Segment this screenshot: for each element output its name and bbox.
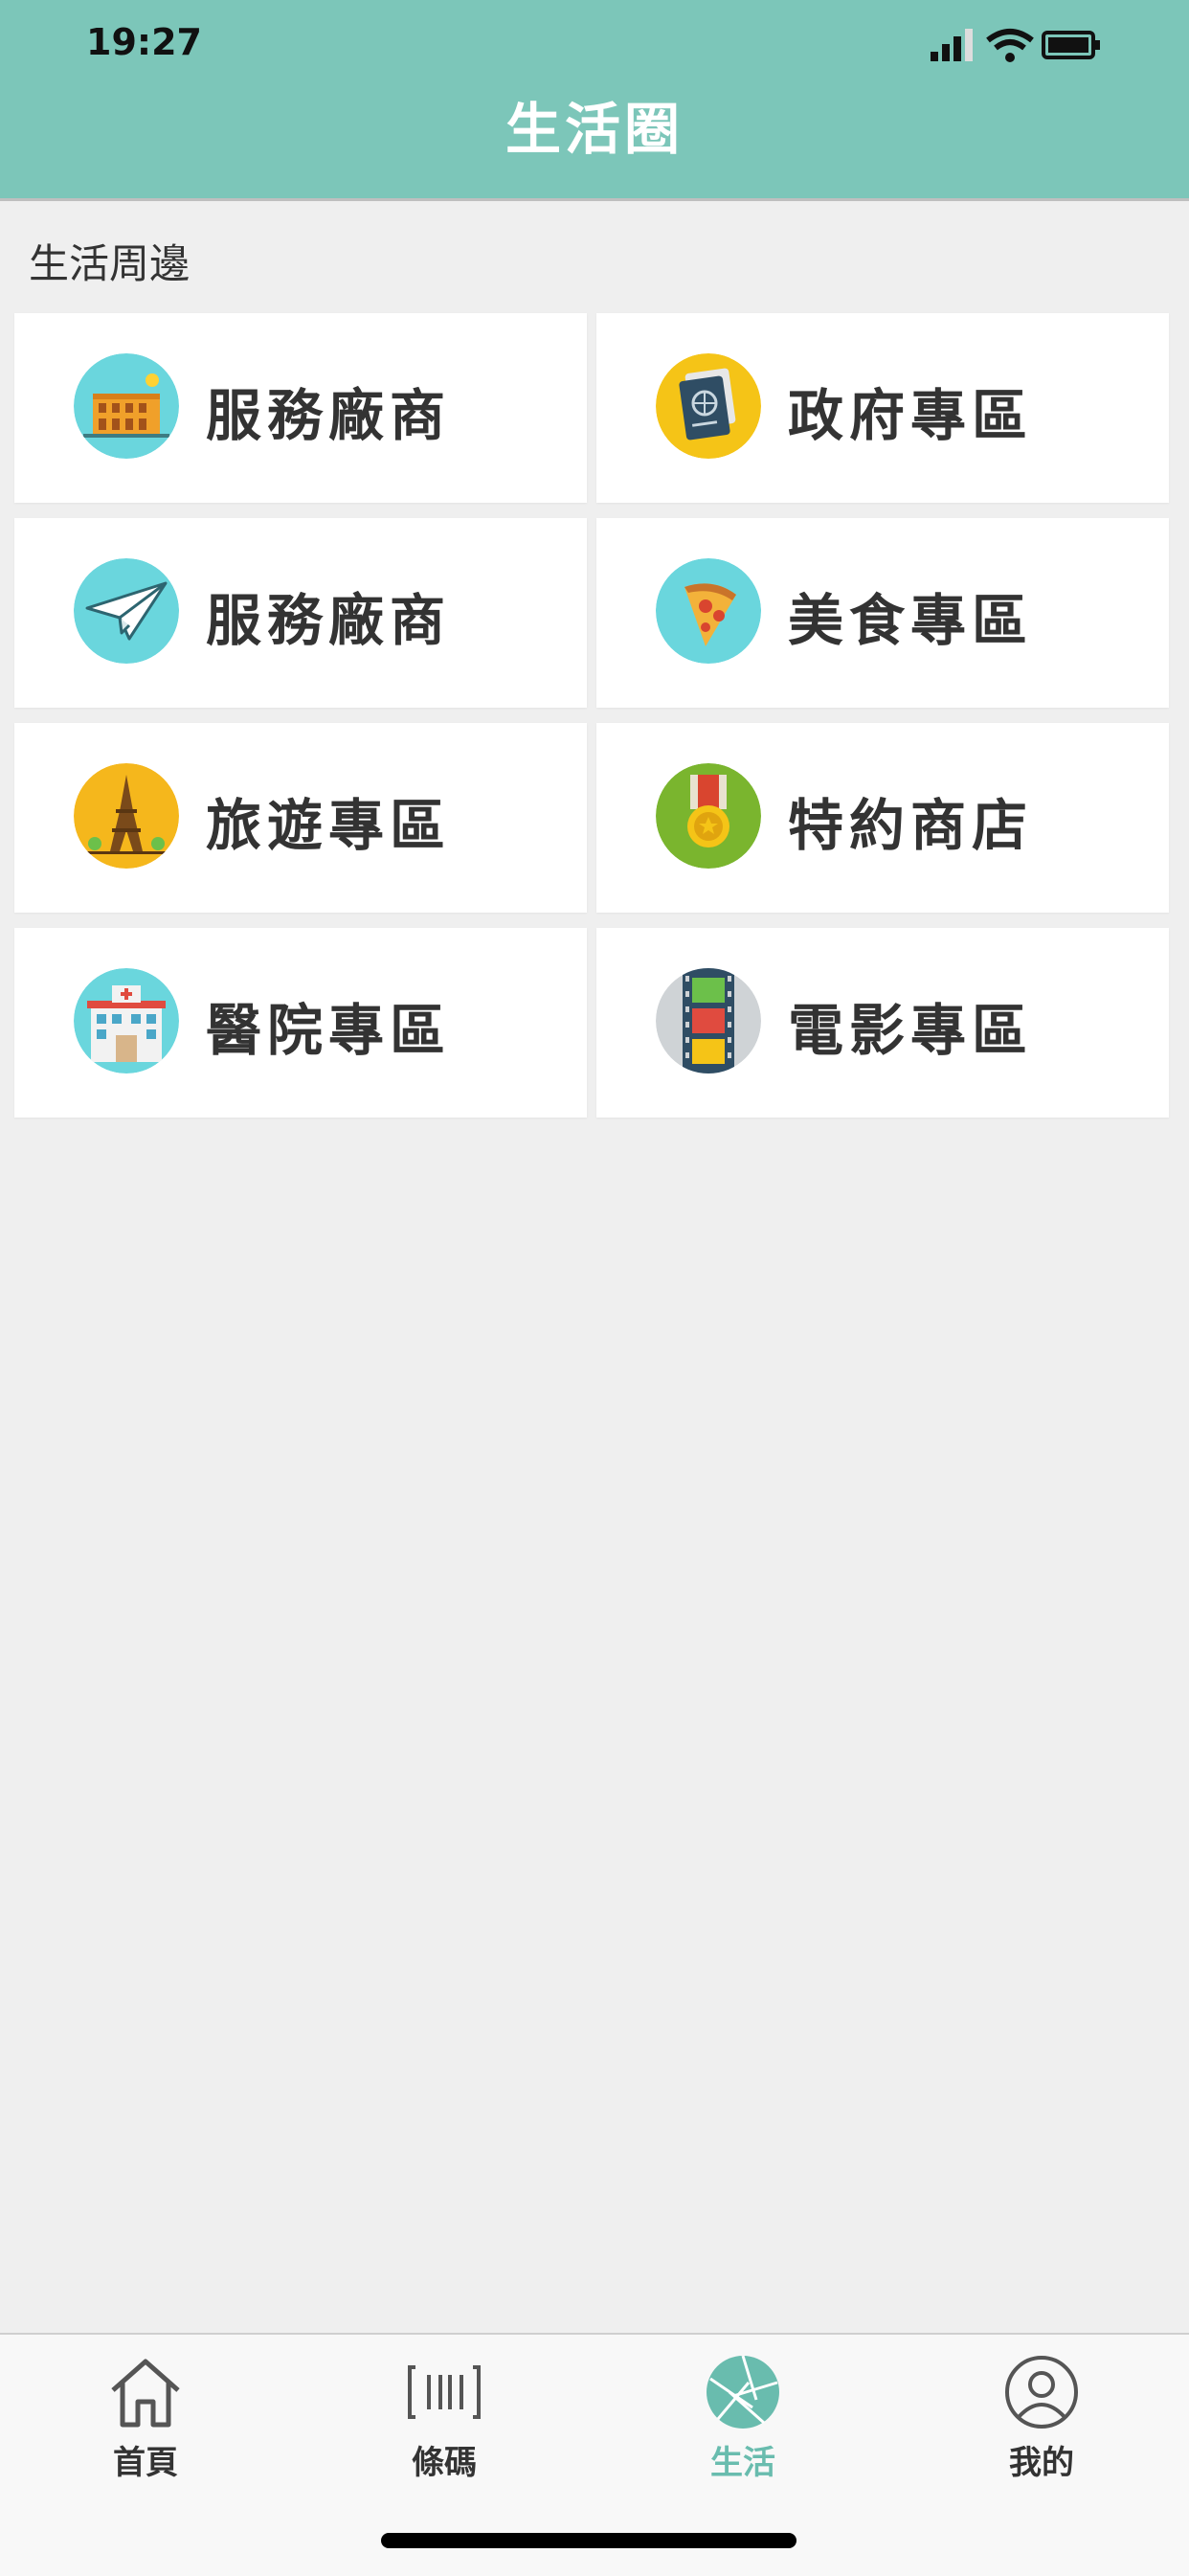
paper-plane-icon bbox=[74, 558, 179, 664]
tab-home[interactable]: 首頁 bbox=[59, 2354, 232, 2488]
category-label: 特約商店 bbox=[788, 793, 1034, 858]
section-title: 生活周邊 bbox=[29, 240, 191, 287]
category-label: 旅遊專區 bbox=[206, 793, 452, 858]
category-label: 政府專區 bbox=[788, 383, 1034, 448]
category-card-hospital[interactable]: 醫院專區 bbox=[14, 928, 587, 1118]
wifi-icon bbox=[986, 29, 1034, 62]
page-title: 生活圈 bbox=[505, 97, 684, 162]
header-divider bbox=[0, 198, 1189, 201]
medal-icon bbox=[656, 763, 761, 869]
category-label: 醫院專區 bbox=[206, 998, 452, 1063]
battery-icon bbox=[1042, 31, 1100, 59]
tab-label: 條碼 bbox=[412, 2444, 477, 2482]
tab-profile[interactable]: 我的 bbox=[955, 2354, 1128, 2488]
tab-label: 我的 bbox=[1009, 2444, 1074, 2482]
user-icon bbox=[1005, 2356, 1078, 2429]
aperture-icon bbox=[707, 2355, 779, 2429]
status-icons bbox=[931, 27, 1103, 65]
category-card-movies[interactable]: 電影專區 bbox=[596, 928, 1169, 1118]
category-card-food[interactable]: 美食專區 bbox=[596, 518, 1169, 708]
category-card-service-vendors-1[interactable]: 服務廠商 bbox=[14, 313, 587, 503]
tab-life[interactable]: 生活 bbox=[657, 2354, 829, 2488]
category-card-government[interactable]: 政府專區 bbox=[596, 313, 1169, 503]
colosseum-icon bbox=[74, 353, 179, 459]
tab-label: 生活 bbox=[710, 2444, 775, 2482]
film-strip-icon bbox=[656, 968, 761, 1073]
home-indicator bbox=[381, 2533, 796, 2548]
home-icon bbox=[111, 2359, 180, 2428]
category-label: 電影專區 bbox=[788, 998, 1034, 1063]
eiffel-tower-icon bbox=[74, 763, 179, 869]
hospital-icon bbox=[74, 968, 179, 1073]
status-time: 19:27 bbox=[86, 21, 202, 63]
tab-barcode[interactable]: 條碼 bbox=[358, 2354, 530, 2488]
tab-label: 首頁 bbox=[113, 2444, 178, 2482]
signal-icon bbox=[931, 29, 973, 61]
barcode-icon bbox=[408, 2365, 481, 2419]
passport-icon bbox=[656, 353, 761, 459]
category-label: 服務廠商 bbox=[206, 383, 452, 448]
top-bar: 19:27 生活圈 bbox=[0, 0, 1189, 199]
category-card-partner-stores[interactable]: 特約商店 bbox=[596, 723, 1169, 913]
category-card-service-vendors-2[interactable]: 服務廠商 bbox=[14, 518, 587, 708]
pizza-icon bbox=[656, 558, 761, 664]
category-label: 服務廠商 bbox=[206, 588, 452, 653]
category-card-travel[interactable]: 旅遊專區 bbox=[14, 723, 587, 913]
category-label: 美食專區 bbox=[788, 588, 1034, 653]
